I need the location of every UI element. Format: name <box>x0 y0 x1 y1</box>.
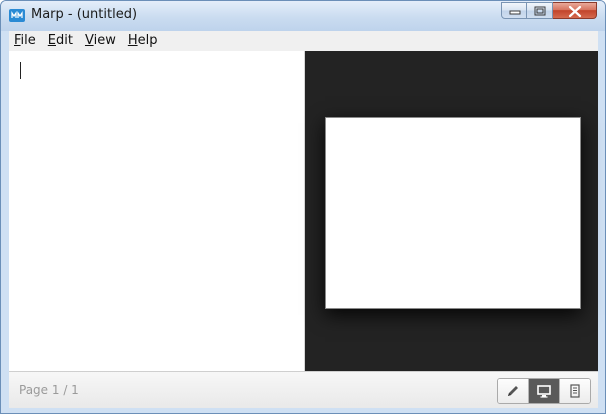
editor-view-button[interactable] <box>498 379 528 403</box>
minimize-button[interactable] <box>501 2 527 19</box>
menu-edit-mnemonic: E <box>47 33 56 48</box>
text-caret <box>20 62 21 79</box>
menu-bar: File Edit View Help <box>9 31 598 51</box>
menu-help[interactable]: Help <box>122 31 164 51</box>
status-bar: Page 1 / 1 <box>9 371 598 408</box>
menu-help-mnemonic: H <box>127 33 138 48</box>
close-button[interactable] <box>553 2 597 19</box>
menu-view[interactable]: View <box>79 31 122 51</box>
title-bar[interactable]: Marp - (untitled) <box>1 1 605 31</box>
document-view-button[interactable] <box>559 379 590 403</box>
page-indicator: Page 1 / 1 <box>19 383 79 397</box>
markdown-editor[interactable] <box>9 51 305 371</box>
view-mode-toggle <box>497 378 591 404</box>
document-icon <box>570 384 580 398</box>
close-icon <box>568 5 582 18</box>
slide-view-button[interactable] <box>528 379 559 403</box>
menu-edit[interactable]: Edit <box>42 31 79 51</box>
monitor-icon <box>537 385 551 398</box>
restore-icon <box>534 6 546 16</box>
menu-file-label: ile <box>20 33 36 48</box>
menu-file[interactable]: File <box>9 31 42 51</box>
menu-edit-label: dit <box>56 33 73 48</box>
minimize-icon <box>509 10 521 15</box>
menu-view-label: iew <box>93 33 116 48</box>
menu-help-label: elp <box>137 33 158 48</box>
window-title: Marp - (untitled) <box>31 7 138 22</box>
menu-view-mnemonic: V <box>84 33 94 48</box>
window-controls <box>501 2 597 21</box>
main-content <box>9 51 598 371</box>
slide-preview <box>325 117 581 309</box>
marp-logo-icon <box>9 9 25 22</box>
app-window: Marp - (untitled) File Edit View Help Pa… <box>0 0 606 414</box>
pencil-icon <box>508 386 518 396</box>
slide-preview-pane <box>305 51 598 371</box>
maximize-button[interactable] <box>527 2 553 19</box>
